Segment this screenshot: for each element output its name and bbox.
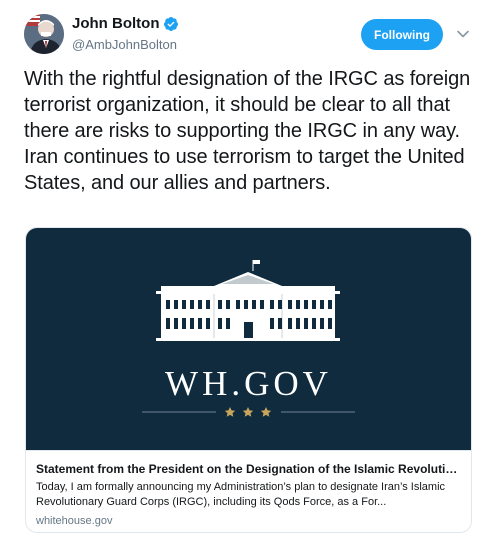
display-name[interactable]: John Bolton xyxy=(72,15,159,32)
chevron-down-icon[interactable] xyxy=(456,27,470,41)
profile-photo-icon xyxy=(24,14,64,54)
card-body[interactable]: Statement from the President on the Desi… xyxy=(26,450,471,532)
card-description: Today, I am formally announcing my Admin… xyxy=(36,481,446,508)
author-info[interactable]: John Bolton @AmbJohnBolton xyxy=(72,15,179,52)
avatar[interactable] xyxy=(24,14,64,54)
tweet: John Bolton @AmbJohnBolton Following Wit… xyxy=(0,0,493,543)
name-row: John Bolton xyxy=(72,15,179,32)
handle[interactable]: @AmbJohnBolton xyxy=(72,37,179,52)
tweet-text: With the rightful designation of the IRG… xyxy=(24,68,471,194)
link-card[interactable]: WH.GOV Statement from the President on t… xyxy=(25,227,472,533)
wh-gov-logo: WH.GOV xyxy=(165,364,332,403)
following-button[interactable]: Following xyxy=(361,19,443,50)
card-domain: whitehouse.gov xyxy=(36,515,113,527)
card-image[interactable]: WH.GOV xyxy=(26,228,471,450)
white-house-icon xyxy=(142,260,355,417)
verified-badge-icon xyxy=(163,16,179,32)
card-title[interactable]: Statement from the President on the Desi… xyxy=(36,461,461,477)
